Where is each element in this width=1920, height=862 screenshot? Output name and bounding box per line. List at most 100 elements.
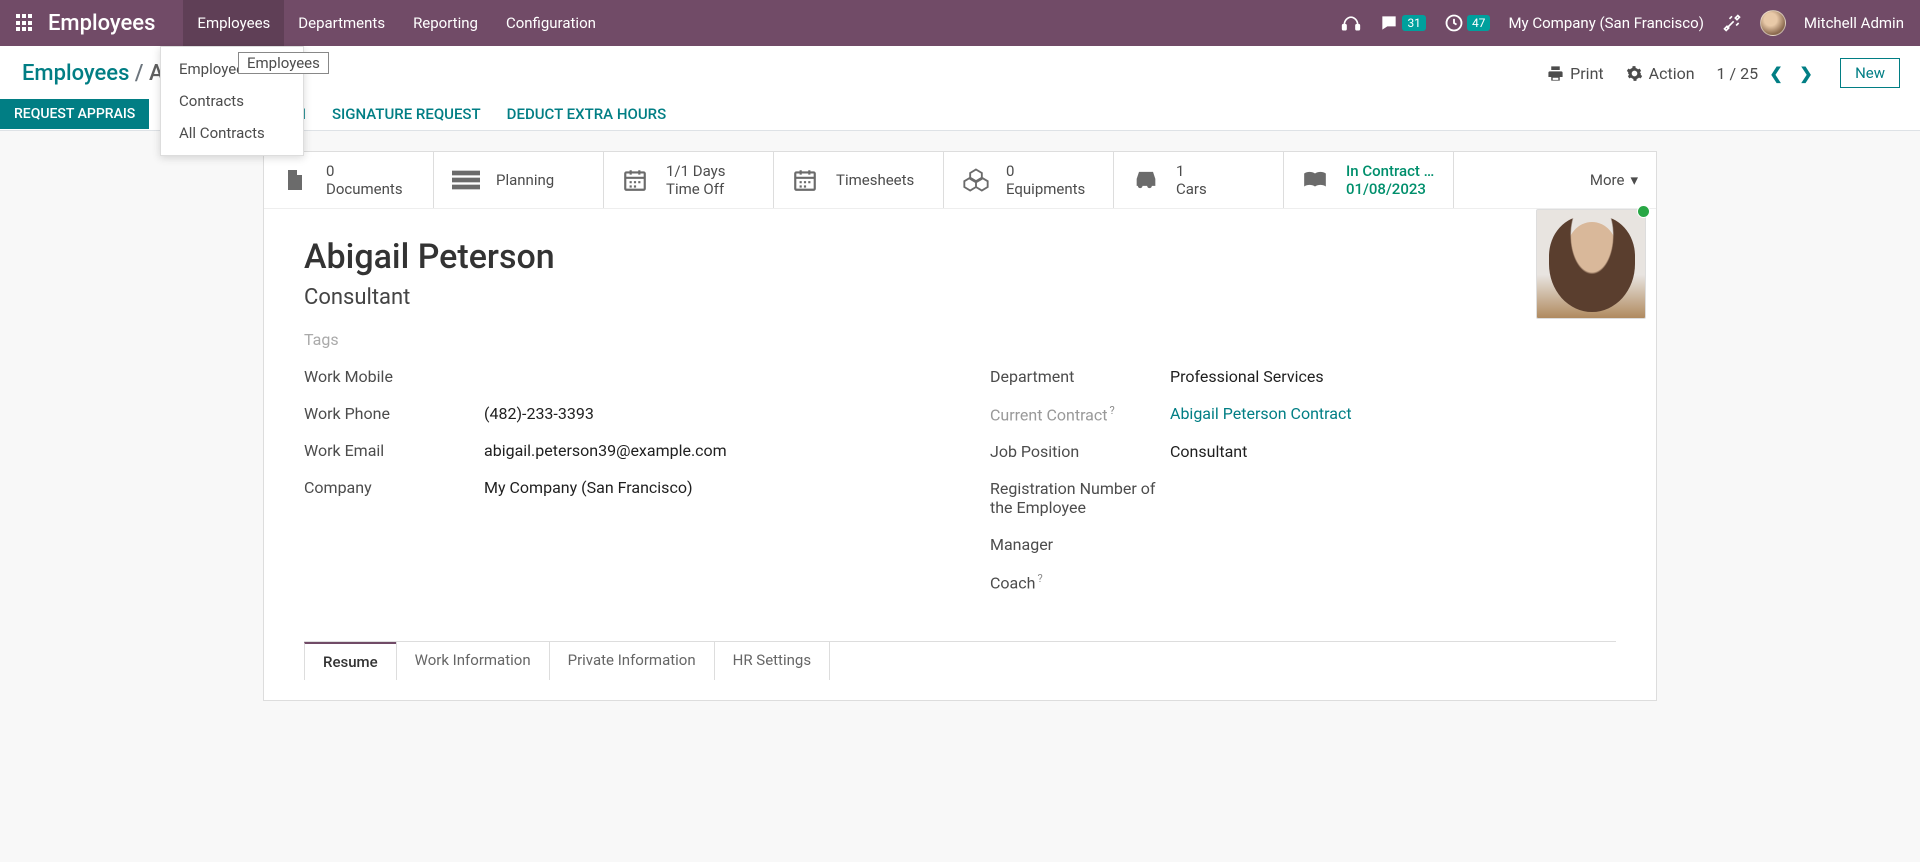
- caret-down-icon: ▾: [1630, 171, 1638, 189]
- book-icon: [1302, 169, 1332, 191]
- stat-more[interactable]: More ▾: [1572, 152, 1656, 208]
- stat-documents-val: 0: [326, 162, 403, 180]
- print-label: Print: [1570, 64, 1603, 83]
- label-work-mobile: Work Mobile: [304, 367, 484, 386]
- pager: 1 / 25 ❮ ❯: [1717, 61, 1819, 85]
- signature-request-button[interactable]: SIGNATURE REQUEST: [332, 98, 481, 130]
- breadcrumb-root[interactable]: Employees: [22, 61, 129, 86]
- calendar-icon: [792, 167, 822, 193]
- value-job-position[interactable]: Consultant: [1170, 442, 1616, 461]
- print-button[interactable]: Print: [1547, 64, 1603, 83]
- document-icon: [282, 166, 312, 194]
- action-button[interactable]: Action: [1626, 64, 1695, 83]
- dropdown-item-contracts[interactable]: Contracts: [161, 85, 303, 117]
- stat-planning[interactable]: Planning: [434, 152, 604, 208]
- stat-timeoff[interactable]: 1/1 DaysTime Off: [604, 152, 774, 208]
- apps-icon[interactable]: [16, 14, 34, 32]
- label-company: Company: [304, 478, 484, 497]
- request-appraisal-button[interactable]: REQUEST APPRAIS: [0, 99, 149, 129]
- value-manager[interactable]: [1170, 535, 1616, 554]
- value-work-phone[interactable]: (482)-233-3393: [484, 404, 930, 423]
- help-icon[interactable]: ?: [1037, 572, 1042, 585]
- stat-more-label: More: [1590, 171, 1625, 189]
- label-registration-number: Registration Number of the Employee: [990, 479, 1170, 517]
- dropdown-item-all-contracts[interactable]: All Contracts: [161, 117, 303, 149]
- pager-text[interactable]: 1 / 25: [1717, 64, 1759, 83]
- action-label: Action: [1649, 64, 1695, 83]
- stat-cars-val: 1: [1176, 162, 1207, 180]
- label-work-email: Work Email: [304, 441, 484, 460]
- stat-documents-label: Documents: [326, 180, 403, 198]
- label-manager: Manager: [990, 535, 1170, 554]
- value-coach[interactable]: [1170, 572, 1616, 592]
- employee-tags[interactable]: Tags: [304, 330, 1616, 349]
- stat-planning-label: Planning: [496, 171, 554, 189]
- tab-private-information[interactable]: Private Information: [549, 642, 715, 680]
- label-job-position: Job Position: [990, 442, 1170, 461]
- breadcrumb: Employees / A: [22, 61, 164, 86]
- label-coach: Coach?: [990, 572, 1170, 592]
- nav-employees[interactable]: Employees: [183, 0, 284, 46]
- employee-name[interactable]: Abigail Peterson: [304, 237, 1616, 277]
- employee-job-title[interactable]: Consultant: [304, 285, 1616, 310]
- stat-documents[interactable]: 0Documents: [264, 152, 434, 208]
- user-avatar[interactable]: [1760, 10, 1786, 36]
- left-column: Work Mobile Work Phone(482)-233-3393 Wor…: [304, 367, 930, 611]
- stat-equipments-label: Equipments: [1006, 180, 1085, 198]
- stat-timesheets[interactable]: Timesheets: [774, 152, 944, 208]
- employee-photo-wrap: [1536, 209, 1646, 319]
- breadcrumb-sep: /: [135, 61, 144, 86]
- value-current-contract[interactable]: Abigail Peterson Contract: [1170, 404, 1616, 424]
- activities-badge: 47: [1467, 15, 1491, 31]
- form-sheet: 0Documents Planning 1/1 DaysTime Off Tim…: [263, 151, 1657, 701]
- presence-dot: [1637, 205, 1650, 218]
- app-brand[interactable]: Employees: [48, 11, 155, 36]
- top-navbar: Employees Employees Departments Reportin…: [0, 0, 1920, 46]
- form-tabs: Resume Work Information Private Informat…: [304, 641, 1616, 680]
- nav-right: 31 47 My Company (San Francisco) Mitchel…: [1341, 10, 1904, 36]
- messages-badge: 31: [1402, 15, 1426, 31]
- messages-icon[interactable]: 31: [1379, 13, 1426, 33]
- tab-work-information[interactable]: Work Information: [396, 642, 550, 680]
- value-work-mobile[interactable]: [484, 367, 930, 386]
- tab-hr-settings[interactable]: HR Settings: [714, 642, 830, 680]
- stat-contract[interactable]: In Contract …01/08/2023: [1284, 152, 1454, 208]
- nav-departments[interactable]: Departments: [284, 0, 399, 46]
- voip-icon[interactable]: [1341, 13, 1361, 33]
- employee-photo[interactable]: [1536, 209, 1646, 319]
- gear-icon: [1626, 65, 1643, 82]
- pager-next[interactable]: ❯: [1794, 61, 1818, 85]
- value-company[interactable]: My Company (San Francisco): [484, 478, 930, 497]
- stat-equipments[interactable]: 0Equipments: [944, 152, 1114, 208]
- print-icon: [1547, 65, 1564, 82]
- stat-contract-val: In Contract …: [1346, 162, 1434, 180]
- new-button[interactable]: New: [1840, 58, 1900, 88]
- tooltip: Employees: [238, 52, 329, 74]
- right-column: DepartmentProfessional Services Current …: [990, 367, 1616, 611]
- stat-cars-label: Cars: [1176, 180, 1207, 198]
- cubes-icon: [962, 168, 992, 192]
- calendar-icon: [622, 167, 652, 193]
- nav-reporting[interactable]: Reporting: [399, 0, 492, 46]
- value-registration-number[interactable]: [1170, 479, 1616, 517]
- stat-timesheets-label: Timesheets: [836, 171, 914, 189]
- stat-contract-date: 01/08/2023: [1346, 180, 1434, 198]
- label-work-phone: Work Phone: [304, 404, 484, 423]
- car-icon: [1132, 169, 1162, 191]
- company-switcher[interactable]: My Company (San Francisco): [1508, 14, 1703, 32]
- stat-timeoff-val: 1/1 Days: [666, 162, 726, 180]
- help-icon[interactable]: ?: [1109, 404, 1114, 417]
- tab-resume[interactable]: Resume: [304, 642, 397, 680]
- stat-buttons: 0Documents Planning 1/1 DaysTime Off Tim…: [264, 152, 1656, 209]
- nav-configuration[interactable]: Configuration: [492, 0, 610, 46]
- debug-icon[interactable]: [1722, 13, 1742, 33]
- user-name[interactable]: Mitchell Admin: [1804, 14, 1904, 32]
- value-department[interactable]: Professional Services: [1170, 367, 1616, 386]
- value-work-email[interactable]: abigail.peterson39@example.com: [484, 441, 930, 460]
- planning-icon: [452, 169, 482, 191]
- stat-cars[interactable]: 1Cars: [1114, 152, 1284, 208]
- pager-prev[interactable]: ❮: [1764, 61, 1788, 85]
- deduct-extra-hours-button[interactable]: DEDUCT EXTRA HOURS: [507, 98, 667, 130]
- stat-timeoff-label: Time Off: [666, 180, 726, 198]
- activities-icon[interactable]: 47: [1444, 13, 1491, 33]
